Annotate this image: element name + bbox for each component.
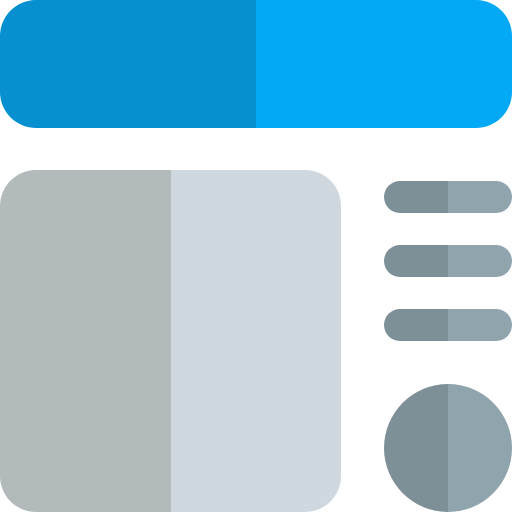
header-bar-right-half [256, 0, 512, 128]
header-bar-left-half [0, 0, 256, 128]
list-line-1-left [384, 181, 448, 213]
avatar-circle-right-half [448, 384, 512, 512]
content-panel [0, 170, 341, 512]
website-layout-icon [0, 0, 512, 512]
content-panel-right-half [171, 170, 341, 512]
list-line-2-left [384, 245, 448, 277]
list-line-3 [384, 309, 512, 341]
list-line-3-left [384, 309, 448, 341]
list-line-1-right [448, 181, 512, 213]
header-bar [0, 0, 512, 128]
list-line-3-right [448, 309, 512, 341]
list-line-1 [384, 181, 512, 213]
avatar-circle-left-half [384, 384, 448, 512]
avatar-circle [384, 384, 512, 512]
list-line-2 [384, 245, 512, 277]
website-layout-icon-svg [0, 0, 512, 512]
list-line-2-right [448, 245, 512, 277]
content-panel-left-half [0, 170, 171, 512]
